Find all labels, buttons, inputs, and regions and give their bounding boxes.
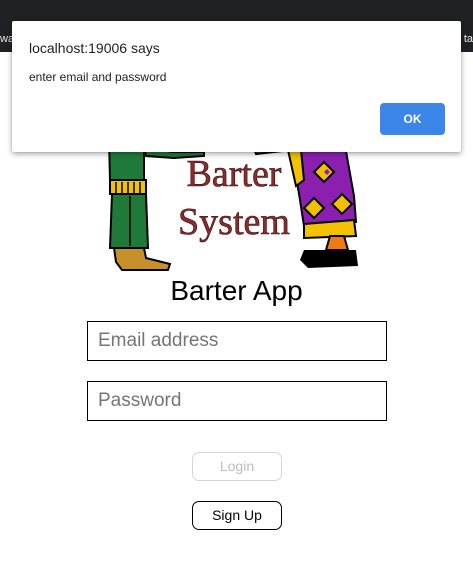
alert-message: enter email and password (29, 70, 167, 84)
email-field[interactable] (87, 321, 387, 361)
barter-system-logo: Barter System (107, 140, 358, 271)
logo-text-system: System (178, 201, 290, 243)
browser-tab-fragment-right: ta (463, 33, 473, 45)
password-field[interactable] (87, 381, 387, 421)
login-button[interactable]: Login (192, 452, 282, 481)
sign-up-button[interactable]: Sign Up (192, 501, 282, 530)
alert-ok-button[interactable]: OK (380, 103, 445, 135)
logo-text-barter: Barter (187, 153, 282, 195)
app-title: Barter App (170, 275, 303, 306)
alert-title: localhost:19006 says (29, 40, 160, 56)
alert-dialog: localhost:19006 says enter email and pas… (12, 21, 461, 152)
